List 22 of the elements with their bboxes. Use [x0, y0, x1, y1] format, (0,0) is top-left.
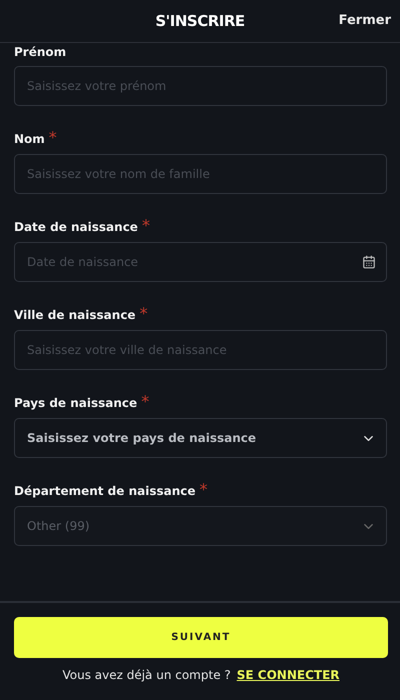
- date-field[interactable]: Date de naissance: [14, 242, 387, 282]
- field-label: Prénom: [14, 45, 66, 59]
- required-mark: *: [141, 392, 150, 411]
- required-mark: *: [142, 216, 150, 235]
- text-field[interactable]: Saisissez votre nom de famille: [14, 154, 387, 194]
- field-label: Département de naissance: [14, 484, 196, 498]
- required-mark: *: [48, 128, 57, 147]
- required-mark: *: [140, 304, 148, 323]
- text-field[interactable]: Saisissez votre prénom: [14, 66, 387, 106]
- login-link[interactable]: SE CONNECTER: [236, 668, 340, 682]
- field-label: Date de naissance: [14, 220, 138, 234]
- select-field[interactable]: Saisissez votre pays de naissance: [14, 418, 387, 458]
- required-mark: *: [200, 480, 208, 499]
- field-label: Ville de naissance: [14, 308, 136, 322]
- close-link[interactable]: Fermer: [338, 13, 391, 28]
- page-title: S'INSCRIRE: [155, 12, 245, 30]
- field-label: Nom: [14, 132, 45, 146]
- text-field[interactable]: Saisissez votre ville de naissance: [14, 330, 387, 370]
- account-prompt: Vous avez déjà un compte ?: [62, 668, 231, 682]
- next-button[interactable]: SUIVANT: [14, 617, 388, 658]
- field-label: Pays de naissance: [14, 396, 138, 410]
- calendar-icon: [362, 255, 376, 269]
